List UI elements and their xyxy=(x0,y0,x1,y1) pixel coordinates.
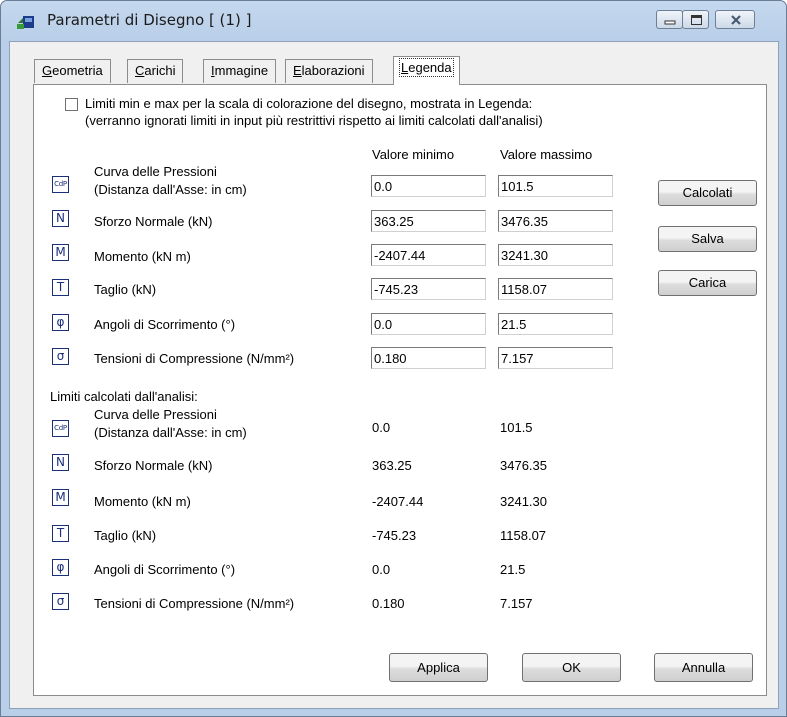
tab-label: Immagine xyxy=(211,63,268,78)
computed-min: 363.25 xyxy=(372,458,412,473)
min-input-angoli[interactable]: 0.0 xyxy=(371,313,486,335)
computed-label: Angoli di Scorrimento (°) xyxy=(94,562,236,577)
computed-max: 21.5 xyxy=(500,562,526,577)
calcolati-button[interactable]: Calcolati xyxy=(658,180,757,206)
n-icon: N xyxy=(52,210,69,227)
tab-accel: C xyxy=(135,63,145,78)
computed-max: 7.157 xyxy=(500,596,533,611)
n-icon: N xyxy=(52,454,69,471)
tab-elaborazioni[interactable]: Elaborazioni xyxy=(285,59,373,83)
max-input-curva[interactable]: 101.5 xyxy=(498,175,613,197)
sigma-icon: σ xyxy=(52,593,69,610)
limits-checkbox[interactable] xyxy=(65,98,78,111)
min-input-momento[interactable]: -2407.44 xyxy=(371,244,486,266)
m-icon: M xyxy=(52,244,69,261)
tab-label-rest: eometria xyxy=(52,63,103,78)
dialog-client-area: Geometria Carichi Immagine Elaborazioni … xyxy=(9,41,779,709)
close-button[interactable] xyxy=(715,10,755,29)
m-icon: M xyxy=(52,489,69,506)
t-icon: T xyxy=(52,279,69,296)
window-title: Parametri di Disegno [ (1) ] xyxy=(47,11,252,29)
computed-min: -2407.44 xyxy=(372,494,424,509)
applica-button[interactable]: Applica xyxy=(389,653,488,682)
maximize-icon xyxy=(691,15,702,25)
carica-button[interactable]: Carica xyxy=(658,270,757,296)
column-header-min: Valore minimo xyxy=(372,147,455,162)
legenda-panel: Limiti min e max per la scala di coloraz… xyxy=(33,84,767,696)
tab-label: Elaborazioni xyxy=(293,63,365,78)
phi-icon: φ xyxy=(52,314,69,331)
sigma-icon: σ xyxy=(52,348,69,365)
max-input-taglio[interactable]: 1158.07 xyxy=(498,278,613,300)
computed-label: Curva delle Pressioni xyxy=(94,407,217,422)
tab-label: Geometria xyxy=(42,63,103,78)
row-label: Angoli di Scorrimento (°) xyxy=(94,317,236,332)
computed-heading: Limiti calcolati dall'analisi: xyxy=(50,389,198,404)
min-input-tensioni[interactable]: 0.180 xyxy=(371,347,486,369)
computed-label: Tensioni di Compressione (N/mm²) xyxy=(94,596,295,611)
tab-geometria[interactable]: Geometria xyxy=(34,59,111,83)
tab-accel: G xyxy=(42,63,53,78)
tab-label-rest: egenda xyxy=(408,60,452,75)
min-input-taglio[interactable]: -745.23 xyxy=(371,278,486,300)
computed-max: 1158.07 xyxy=(500,528,547,543)
computed-max: 101.5 xyxy=(500,420,533,435)
minimize-button[interactable] xyxy=(656,10,683,29)
minimize-icon xyxy=(664,20,676,25)
row-sublabel: (Distanza dall'Asse: in cm) xyxy=(94,182,247,197)
tab-label: Carichi xyxy=(135,63,175,78)
computed-max: 3241.30 xyxy=(500,494,547,509)
t-icon: T xyxy=(52,525,69,542)
tab-immagine[interactable]: Immagine xyxy=(203,59,277,83)
row-label: Taglio (kN) xyxy=(94,282,157,297)
row-label: Sforzo Normale (kN) xyxy=(94,214,213,229)
tab-carichi[interactable]: Carichi xyxy=(127,59,184,83)
limits-note: (verranno ignorati limiti in input più r… xyxy=(85,113,543,128)
tab-legenda[interactable]: Legenda xyxy=(393,56,460,85)
min-input-curva[interactable]: 0.0 xyxy=(371,175,486,197)
cdp-icon: CdP xyxy=(52,176,69,193)
row-label: Momento (kN m) xyxy=(94,249,191,264)
cdp-icon: CdP xyxy=(52,420,69,437)
tab-label-rest: arichi xyxy=(144,63,176,78)
dialog-window: Parametri di Disegno [ (1) ] Geometria C… xyxy=(0,0,787,717)
computed-sublabel: (Distanza dall'Asse: in cm) xyxy=(94,425,247,440)
ok-button[interactable]: OK xyxy=(522,653,621,682)
tab-label-rest: mmagine xyxy=(214,63,269,78)
close-icon xyxy=(731,15,741,25)
row-label: Tensioni di Compressione (N/mm²) xyxy=(94,351,295,366)
app-icon xyxy=(17,16,34,29)
computed-min: -745.23 xyxy=(372,528,417,543)
computed-label: Taglio (kN) xyxy=(94,528,157,543)
computed-label: Momento (kN m) xyxy=(94,494,191,509)
annulla-button[interactable]: Annulla xyxy=(654,653,753,682)
max-input-angoli[interactable]: 21.5 xyxy=(498,313,613,335)
salva-button[interactable]: Salva xyxy=(658,226,757,252)
phi-icon: φ xyxy=(52,559,69,576)
maximize-button[interactable] xyxy=(682,10,709,29)
title-bar[interactable]: Parametri di Disegno [ (1) ] xyxy=(1,1,786,41)
tab-accel: E xyxy=(293,63,302,78)
row-label: Curva delle Pressioni xyxy=(94,164,217,179)
limits-checkbox-label: Limiti min e max per la scala di coloraz… xyxy=(85,96,533,111)
min-input-sforzo[interactable]: 363.25 xyxy=(371,210,486,232)
computed-max: 3476.35 xyxy=(500,458,547,473)
tab-label: Legenda xyxy=(399,58,454,77)
tab-label-rest: laborazioni xyxy=(301,63,365,78)
max-input-tensioni[interactable]: 7.157 xyxy=(498,347,613,369)
computed-min: 0.0 xyxy=(372,420,391,435)
max-input-momento[interactable]: 3241.30 xyxy=(498,244,613,266)
column-header-max: Valore massimo xyxy=(500,147,593,162)
computed-min: 0.0 xyxy=(372,562,391,577)
computed-min: 0.180 xyxy=(372,596,405,611)
max-input-sforzo[interactable]: 3476.35 xyxy=(498,210,613,232)
computed-label: Sforzo Normale (kN) xyxy=(94,458,213,473)
